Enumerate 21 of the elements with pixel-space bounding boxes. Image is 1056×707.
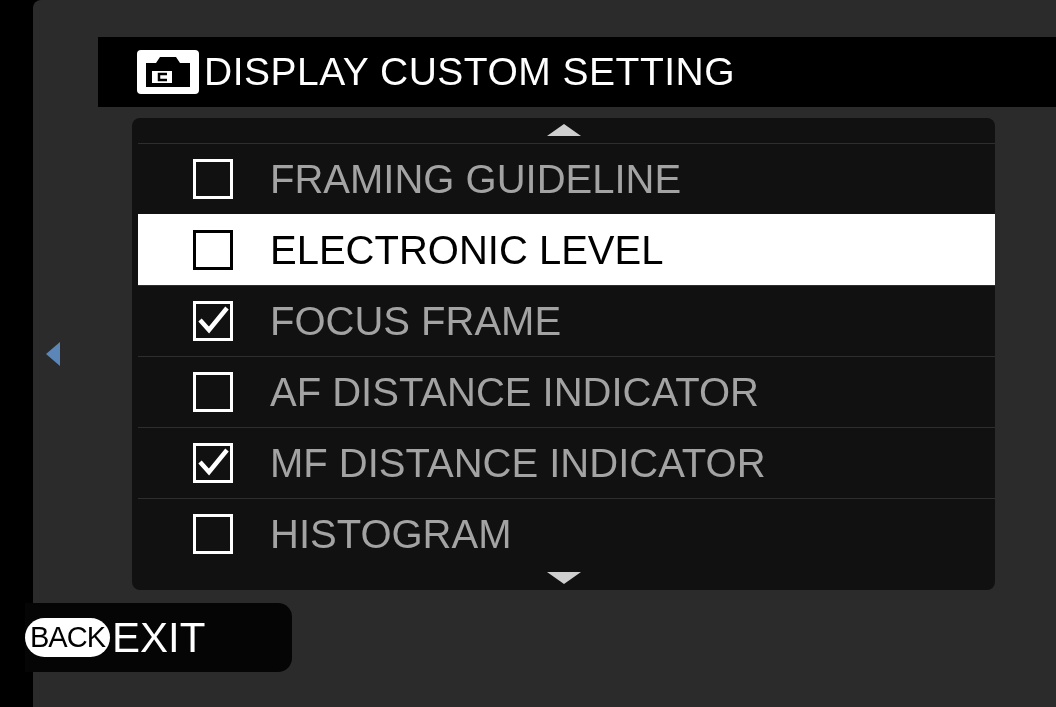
item-label: AF DISTANCE INDICATOR [270, 369, 759, 415]
checked-checkbox[interactable] [193, 301, 233, 341]
item-label: FOCUS FRAME [270, 298, 562, 344]
item-label: ELECTRONIC LEVEL [270, 227, 664, 273]
custom-camera-icon [136, 49, 200, 95]
menu-item[interactable]: ELECTRONIC LEVEL [138, 214, 995, 285]
menu-item[interactable]: AF DISTANCE INDICATOR [138, 356, 995, 427]
screen-title: DISPLAY CUSTOM SETTING [204, 50, 736, 94]
back-key[interactable]: BACK [25, 618, 110, 657]
item-label: HISTOGRAM [270, 511, 512, 557]
scroll-down-icon [546, 572, 581, 584]
scroll-up-icon [546, 124, 581, 136]
menu-item[interactable]: HISTOGRAM [138, 498, 995, 569]
menu-item[interactable]: MF DISTANCE INDICATOR [138, 427, 995, 498]
item-label: FRAMING GUIDELINE [270, 156, 682, 202]
checked-checkbox[interactable] [193, 443, 233, 483]
left-arrow-icon [46, 342, 60, 366]
menu-item[interactable]: FOCUS FRAME [138, 285, 995, 356]
exit-label: EXIT [112, 613, 206, 662]
checkbox[interactable] [193, 230, 233, 270]
item-label: MF DISTANCE INDICATOR [270, 440, 766, 486]
